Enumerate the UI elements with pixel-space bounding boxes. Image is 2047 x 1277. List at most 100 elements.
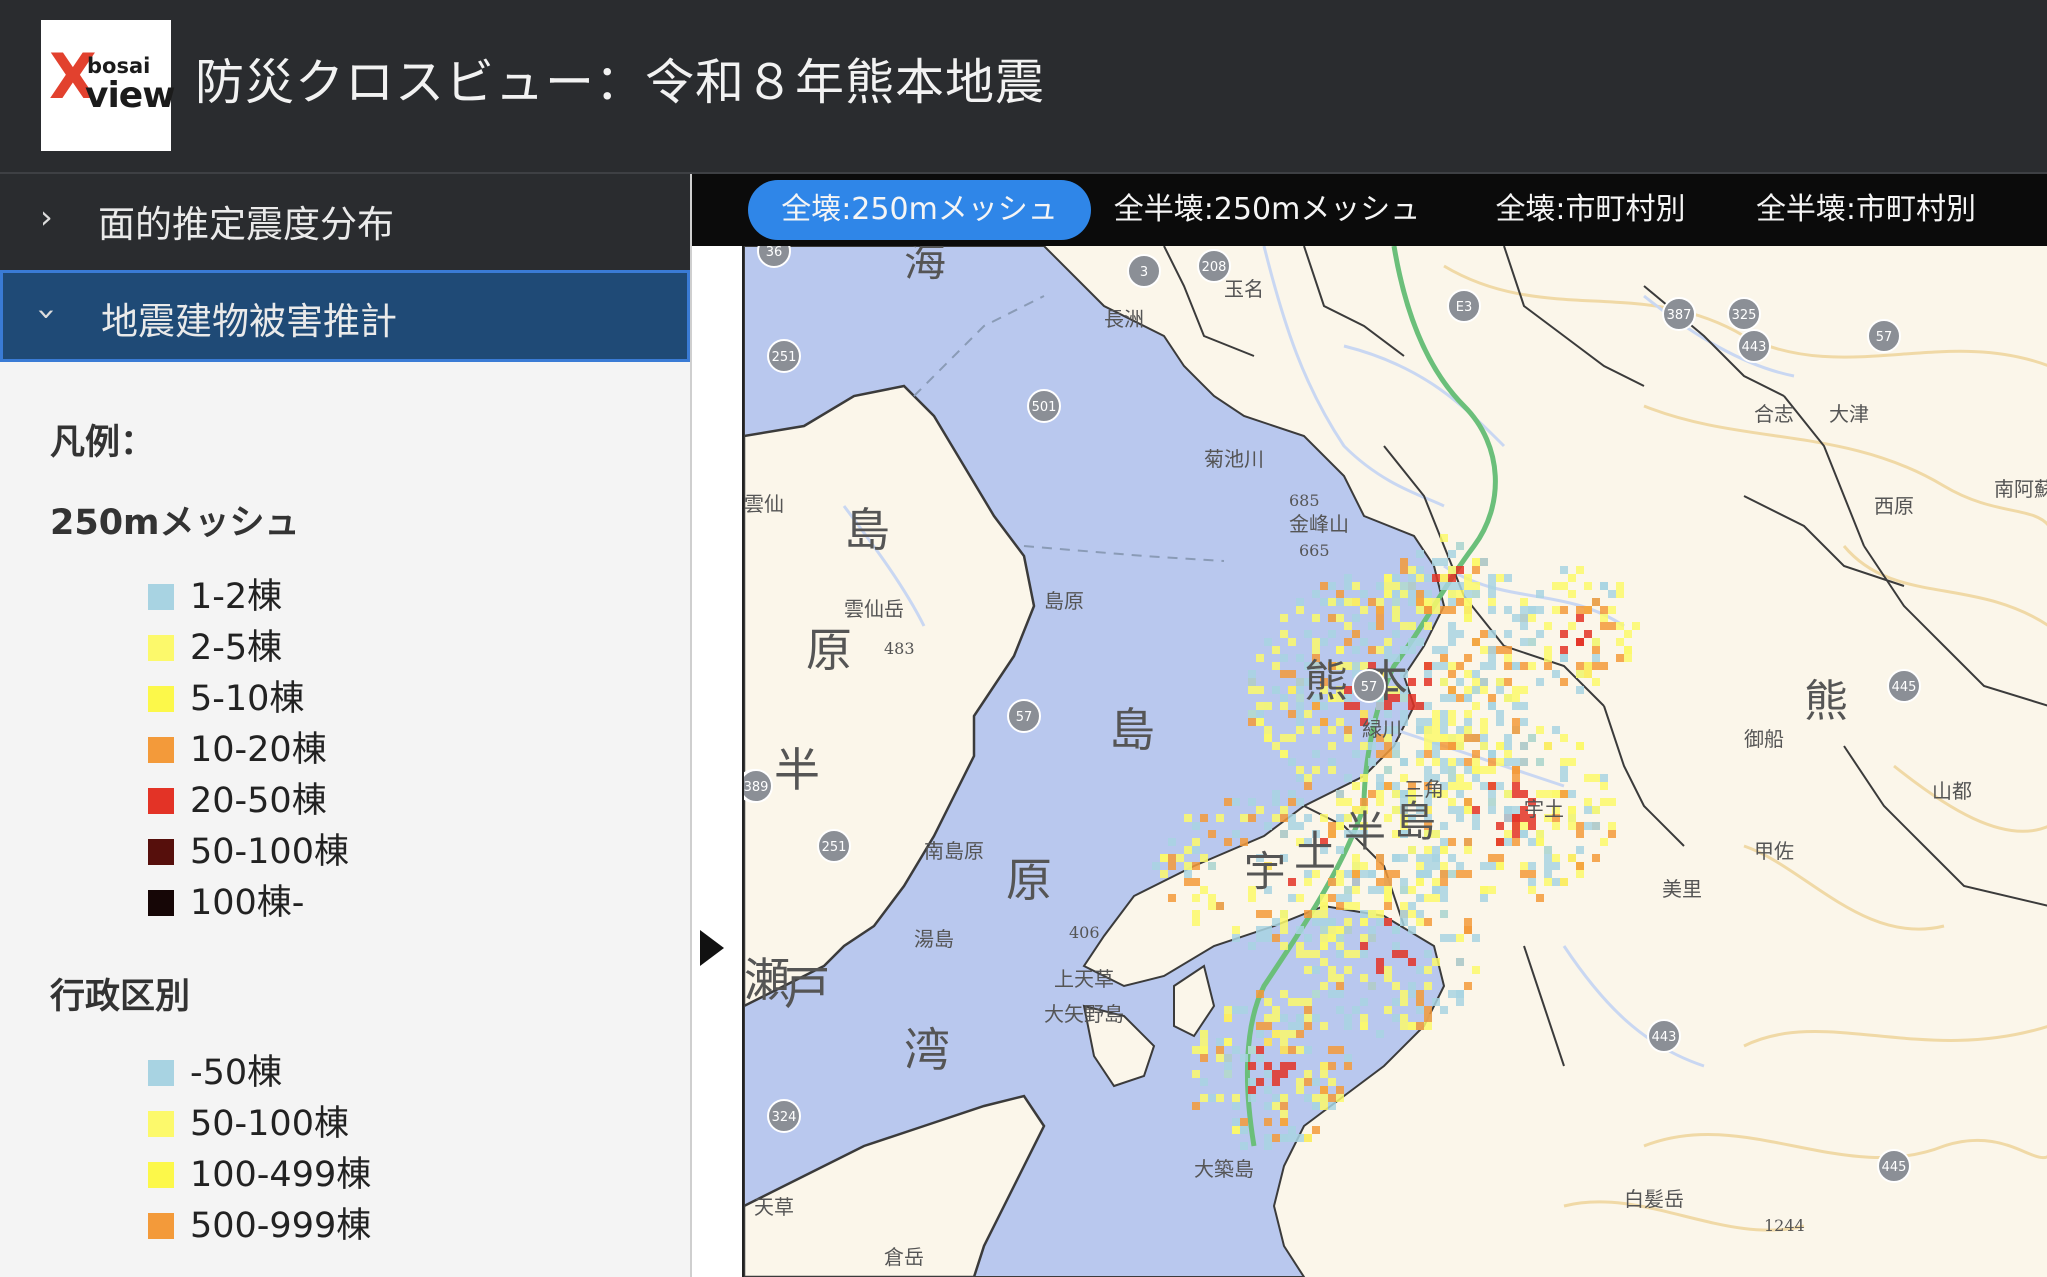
damage-mesh-cell bbox=[1384, 582, 1392, 590]
damage-mesh-cell bbox=[1456, 934, 1464, 942]
damage-mesh-cell bbox=[1312, 966, 1320, 974]
damage-mesh-cell bbox=[1456, 630, 1464, 638]
map-label: 熊 bbox=[1804, 676, 1848, 727]
damage-mesh-cell bbox=[1544, 854, 1552, 862]
damage-mesh-cell bbox=[1496, 822, 1504, 830]
map-canvas[interactable]: 海 島 原 半 島 原 瀬 戸 湾 熊 本 宇 土 半 島 熊 玉名 長洲 合志… bbox=[744, 246, 2047, 1277]
damage-mesh-cell bbox=[1328, 1078, 1336, 1086]
damage-mesh-cell bbox=[1264, 1142, 1272, 1150]
damage-mesh-cell bbox=[1256, 926, 1264, 934]
damage-mesh-cell bbox=[1432, 854, 1440, 862]
damage-mesh-cell bbox=[1576, 686, 1584, 694]
damage-mesh-cell bbox=[1352, 630, 1360, 638]
damage-mesh-cell bbox=[1328, 742, 1336, 750]
damage-mesh-cell bbox=[1392, 1014, 1400, 1022]
damage-mesh-cell bbox=[1504, 758, 1512, 766]
damage-mesh-cell bbox=[1336, 878, 1344, 886]
damage-mesh-cell bbox=[1440, 870, 1448, 878]
damage-mesh-cell bbox=[1400, 886, 1408, 894]
damage-mesh-cell bbox=[1288, 710, 1296, 718]
damage-mesh-cell bbox=[1344, 798, 1352, 806]
damage-mesh-cell bbox=[1240, 1054, 1248, 1062]
damage-mesh-cell bbox=[1336, 814, 1344, 822]
damage-mesh-cell bbox=[1528, 870, 1536, 878]
damage-mesh-cell bbox=[1248, 670, 1256, 678]
damage-mesh-cell bbox=[1568, 574, 1576, 582]
damage-mesh-cell bbox=[1368, 870, 1376, 878]
damage-mesh-cell bbox=[1272, 1070, 1280, 1078]
damage-mesh-cell bbox=[1520, 702, 1528, 710]
damage-mesh-cell bbox=[1344, 918, 1352, 926]
damage-mesh-cell bbox=[1568, 758, 1576, 766]
damage-mesh-cell bbox=[1616, 590, 1624, 598]
damage-mesh-cell bbox=[1440, 734, 1448, 742]
damage-mesh-cell bbox=[1216, 902, 1224, 910]
damage-mesh-cell bbox=[1568, 622, 1576, 630]
tab-total-half-collapse-municipality[interactable]: 全半壊:市町村別 bbox=[1746, 180, 1986, 240]
damage-mesh-cell bbox=[1560, 678, 1568, 686]
damage-mesh-cell bbox=[1376, 918, 1384, 926]
damage-mesh-cell bbox=[1352, 750, 1360, 758]
damage-mesh-cell bbox=[1352, 886, 1360, 894]
damage-mesh-cell bbox=[1280, 654, 1288, 662]
damage-mesh-cell bbox=[1488, 766, 1496, 774]
damage-mesh-cell bbox=[1280, 1062, 1288, 1070]
damage-mesh-cell bbox=[1344, 1022, 1352, 1030]
damage-mesh-cell bbox=[1520, 718, 1528, 726]
damage-mesh-cell bbox=[1456, 742, 1464, 750]
tab-total-half-collapse-mesh[interactable]: 全半壊:250mメッシュ bbox=[1112, 180, 1422, 240]
damage-mesh-cell bbox=[1464, 654, 1472, 662]
damage-mesh-cell bbox=[1472, 966, 1480, 974]
tab-total-collapse-mesh[interactable]: 全壊:250mメッシュ bbox=[748, 180, 1091, 240]
damage-mesh-cell bbox=[1312, 1094, 1320, 1102]
damage-mesh-cell bbox=[1264, 934, 1272, 942]
damage-mesh-cell bbox=[1416, 918, 1424, 926]
damage-mesh-cell bbox=[1424, 766, 1432, 774]
damage-mesh-cell bbox=[1456, 734, 1464, 742]
damage-mesh-cell bbox=[1408, 958, 1416, 966]
collapse-sidebar-arrow-icon[interactable] bbox=[700, 930, 724, 966]
damage-mesh-cell bbox=[1528, 606, 1536, 614]
damage-mesh-cell bbox=[1232, 1126, 1240, 1134]
damage-mesh-cell bbox=[1272, 1014, 1280, 1022]
damage-mesh-cell bbox=[1360, 638, 1368, 646]
damage-mesh-cell bbox=[1344, 902, 1352, 910]
damage-mesh-cell bbox=[1552, 878, 1560, 886]
damage-mesh-cell bbox=[1440, 694, 1448, 702]
damage-mesh-cell bbox=[1384, 894, 1392, 902]
damage-mesh-cell bbox=[1296, 766, 1304, 774]
damage-mesh-cell bbox=[1416, 574, 1424, 582]
damage-mesh-cell bbox=[1448, 630, 1456, 638]
damage-mesh-cell bbox=[1416, 1006, 1424, 1014]
damage-mesh-cell bbox=[1376, 958, 1384, 966]
legend-entry: 20-50棟 bbox=[148, 778, 628, 824]
damage-mesh-cell bbox=[1456, 662, 1464, 670]
damage-mesh-cell bbox=[1464, 710, 1472, 718]
damage-mesh-cell bbox=[1480, 894, 1488, 902]
damage-mesh-cell bbox=[1376, 1030, 1384, 1038]
damage-mesh-cell bbox=[1464, 686, 1472, 694]
map-label: 665 bbox=[1299, 541, 1330, 560]
damage-mesh-cell bbox=[1496, 862, 1504, 870]
map-label: 483 bbox=[884, 639, 915, 658]
damage-mesh-cell bbox=[1264, 910, 1272, 918]
damage-mesh-cell bbox=[1384, 918, 1392, 926]
damage-mesh-cell bbox=[1448, 934, 1456, 942]
map-view[interactable]: 海 島 原 半 島 原 瀬 戸 湾 熊 本 宇 土 半 島 熊 玉名 長洲 合志… bbox=[742, 246, 2047, 1277]
bosai-xview-logo[interactable]: X bosai view bbox=[41, 20, 175, 151]
damage-mesh-cell bbox=[1368, 598, 1376, 606]
damage-mesh-cell bbox=[1392, 742, 1400, 750]
damage-mesh-cell bbox=[1480, 862, 1488, 870]
map-label: 西原 bbox=[1874, 494, 1914, 518]
damage-mesh-cell bbox=[1376, 798, 1384, 806]
map-label: 御船 bbox=[1744, 727, 1784, 751]
damage-mesh-cell bbox=[1616, 638, 1624, 646]
damage-mesh-cell bbox=[1400, 918, 1408, 926]
damage-mesh-cell bbox=[1488, 630, 1496, 638]
damage-mesh-cell bbox=[1448, 710, 1456, 718]
accordion-building-damage[interactable]: › 地震建物被害推計 bbox=[0, 270, 690, 362]
tab-total-collapse-municipality[interactable]: 全壊:市町村別 bbox=[1488, 180, 1693, 240]
damage-mesh-cell bbox=[1464, 670, 1472, 678]
accordion-seismic-intensity[interactable]: › 面的推定震度分布 bbox=[0, 174, 690, 270]
damage-mesh-cell bbox=[1304, 782, 1312, 790]
